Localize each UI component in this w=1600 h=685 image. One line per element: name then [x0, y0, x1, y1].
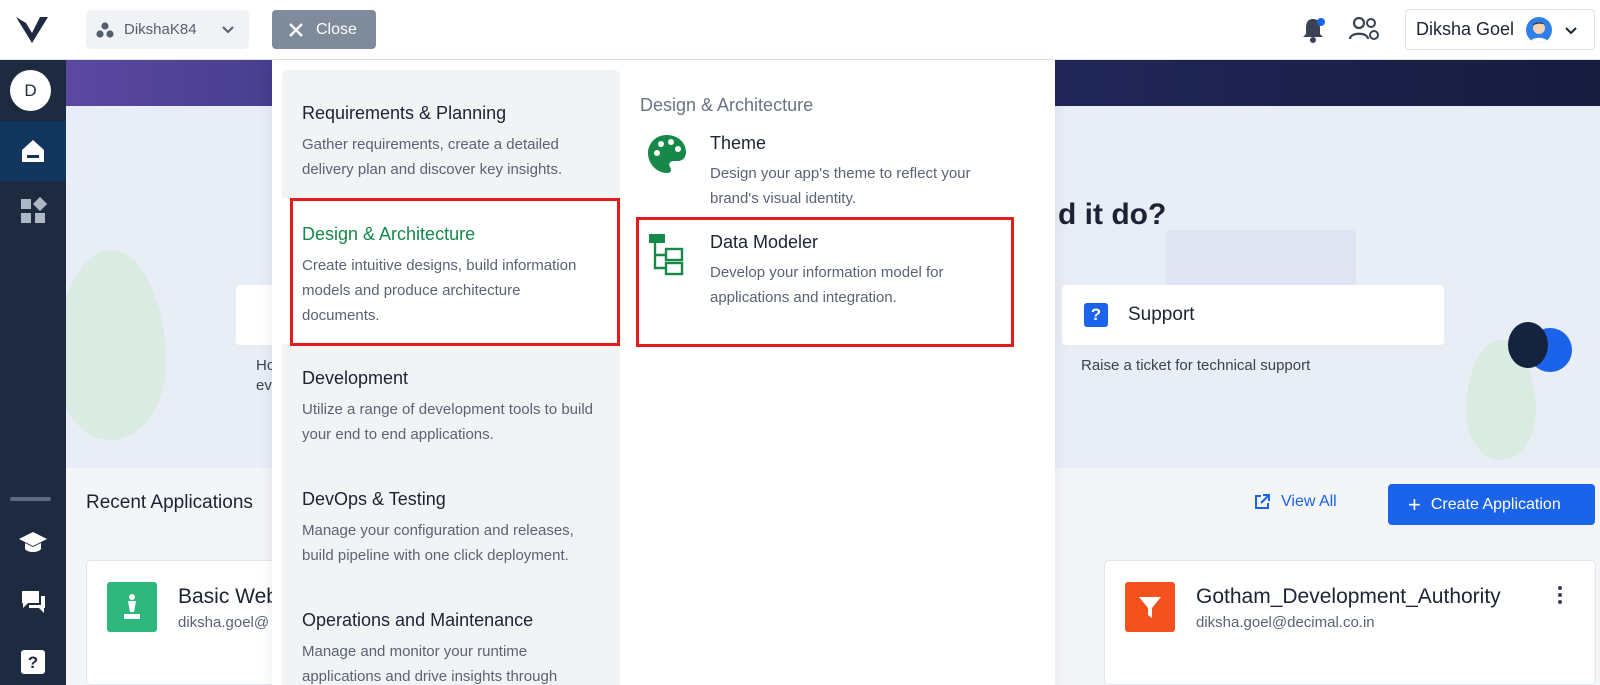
- workspace-name: DikshaK84: [124, 21, 197, 38]
- app-name: Basic Web: [178, 585, 278, 608]
- chess-piece-icon: [107, 582, 157, 632]
- navigation-mega-menu: Requirements & Planning Gather requireme…: [272, 60, 1055, 685]
- support-title: Support: [1128, 304, 1195, 325]
- support-description: Raise a ticket for technical support: [1081, 357, 1311, 374]
- avatar-initial: D: [24, 80, 37, 100]
- support-card[interactable]: ? Support: [1062, 285, 1444, 345]
- tool-description: Develop your information model for appli…: [710, 264, 944, 306]
- graduation-cap-icon: [19, 532, 47, 552]
- category-description: Utilize a range of development tools to …: [302, 401, 594, 443]
- category-development[interactable]: Development Utilize a range of developme…: [302, 368, 602, 447]
- sidebar-divider: [10, 497, 51, 501]
- sidebar: D ?: [0, 60, 66, 685]
- tool-description: Design your app's theme to reflect your …: [710, 165, 971, 207]
- decorative-card: [1166, 230, 1356, 290]
- sidebar-item-help[interactable]: ?: [0, 632, 66, 685]
- close-icon: [289, 22, 303, 37]
- category-title: Design & Architecture: [302, 224, 476, 244]
- balloon-illustration: [1508, 322, 1548, 368]
- category-title: DevOps & Testing: [302, 489, 446, 509]
- workspace-selector[interactable]: DikshaK84: [86, 10, 249, 49]
- feature-card[interactable]: [236, 285, 276, 345]
- support-icon: ?: [1084, 303, 1108, 327]
- category-list: Requirements & Planning Gather requireme…: [282, 70, 620, 685]
- tool-theme[interactable]: Theme Design your app's theme to reflect…: [640, 133, 1030, 213]
- close-menu-button[interactable]: Close: [272, 10, 376, 49]
- category-title: Requirements & Planning: [302, 103, 507, 123]
- home-icon: [22, 140, 44, 162]
- category-operations-maintenance[interactable]: Operations and Maintenance Manage and mo…: [302, 610, 602, 685]
- category-description: Create intuitive designs, build informat…: [302, 257, 577, 324]
- category-devops-testing[interactable]: DevOps & Testing Manage your configurati…: [302, 489, 602, 568]
- create-application-button[interactable]: + Create Application: [1388, 484, 1595, 525]
- tool-title: Theme: [710, 133, 767, 153]
- team-settings-icon[interactable]: [1349, 15, 1381, 43]
- filter-icon: [1125, 582, 1175, 632]
- leaf-illustration: [66, 250, 166, 440]
- category-description: Manage your configuration and releases, …: [302, 522, 574, 564]
- user-menu[interactable]: Diksha Goel: [1405, 9, 1595, 50]
- category-description: Manage and monitor your runtime applicat…: [302, 643, 558, 685]
- category-title: Operations and Maintenance: [302, 610, 534, 630]
- help-icon: ?: [21, 650, 45, 674]
- avatar: [1526, 16, 1553, 43]
- hero-title-partial: d it do?: [1058, 198, 1167, 231]
- palette-icon: [648, 135, 686, 173]
- sidebar-item-home[interactable]: [0, 121, 66, 181]
- workspace-icon: [96, 21, 114, 38]
- user-name: Diksha Goel: [1416, 19, 1515, 39]
- tool-title: Data Modeler: [710, 232, 819, 252]
- chevron-down-icon: [1565, 26, 1577, 34]
- sidebar-item-apps[interactable]: [0, 181, 66, 241]
- data-model-icon: [649, 234, 684, 276]
- recent-applications-title: Recent Applications: [86, 492, 253, 513]
- app-owner: diksha.goel@: [178, 614, 270, 631]
- sidebar-avatar[interactable]: D: [10, 70, 51, 111]
- chat-icon: [22, 591, 45, 613]
- category-requirements-planning[interactable]: Requirements & Planning Gather requireme…: [302, 103, 602, 182]
- more-options-icon[interactable]: [1558, 586, 1562, 607]
- view-all-link[interactable]: View All: [1253, 493, 1337, 511]
- category-title: Development: [302, 368, 409, 388]
- category-design-architecture[interactable]: Design & Architecture Create intuitive d…: [302, 224, 602, 328]
- app-logo-icon[interactable]: [14, 13, 50, 47]
- app-owner: diksha.goel@decimal.co.in: [1196, 614, 1375, 631]
- apps-grid-icon: [21, 197, 47, 223]
- view-all-label: View All: [1281, 493, 1337, 510]
- tool-data-modeler[interactable]: Data Modeler Develop your information mo…: [640, 232, 1030, 312]
- partial-text: ev: [256, 377, 272, 394]
- close-label: Close: [316, 20, 357, 38]
- external-link-icon: [1255, 494, 1270, 509]
- app-name: Gotham_Development_Authority: [1196, 585, 1501, 608]
- category-description: Gather requirements, create a detailed d…: [302, 136, 563, 178]
- svg-text:?: ?: [28, 653, 38, 672]
- tools-section-heading: Design & Architecture: [640, 95, 814, 115]
- notification-bell-icon[interactable]: [1300, 16, 1326, 44]
- top-bar: DikshaK84 Close Diksha Goel: [0, 0, 1600, 60]
- sidebar-item-chat[interactable]: [0, 572, 66, 632]
- chevron-down-icon: [222, 26, 234, 34]
- create-application-label: Create Application: [1430, 495, 1561, 513]
- plus-icon: +: [1408, 491, 1421, 517]
- sidebar-item-learning[interactable]: [0, 512, 66, 572]
